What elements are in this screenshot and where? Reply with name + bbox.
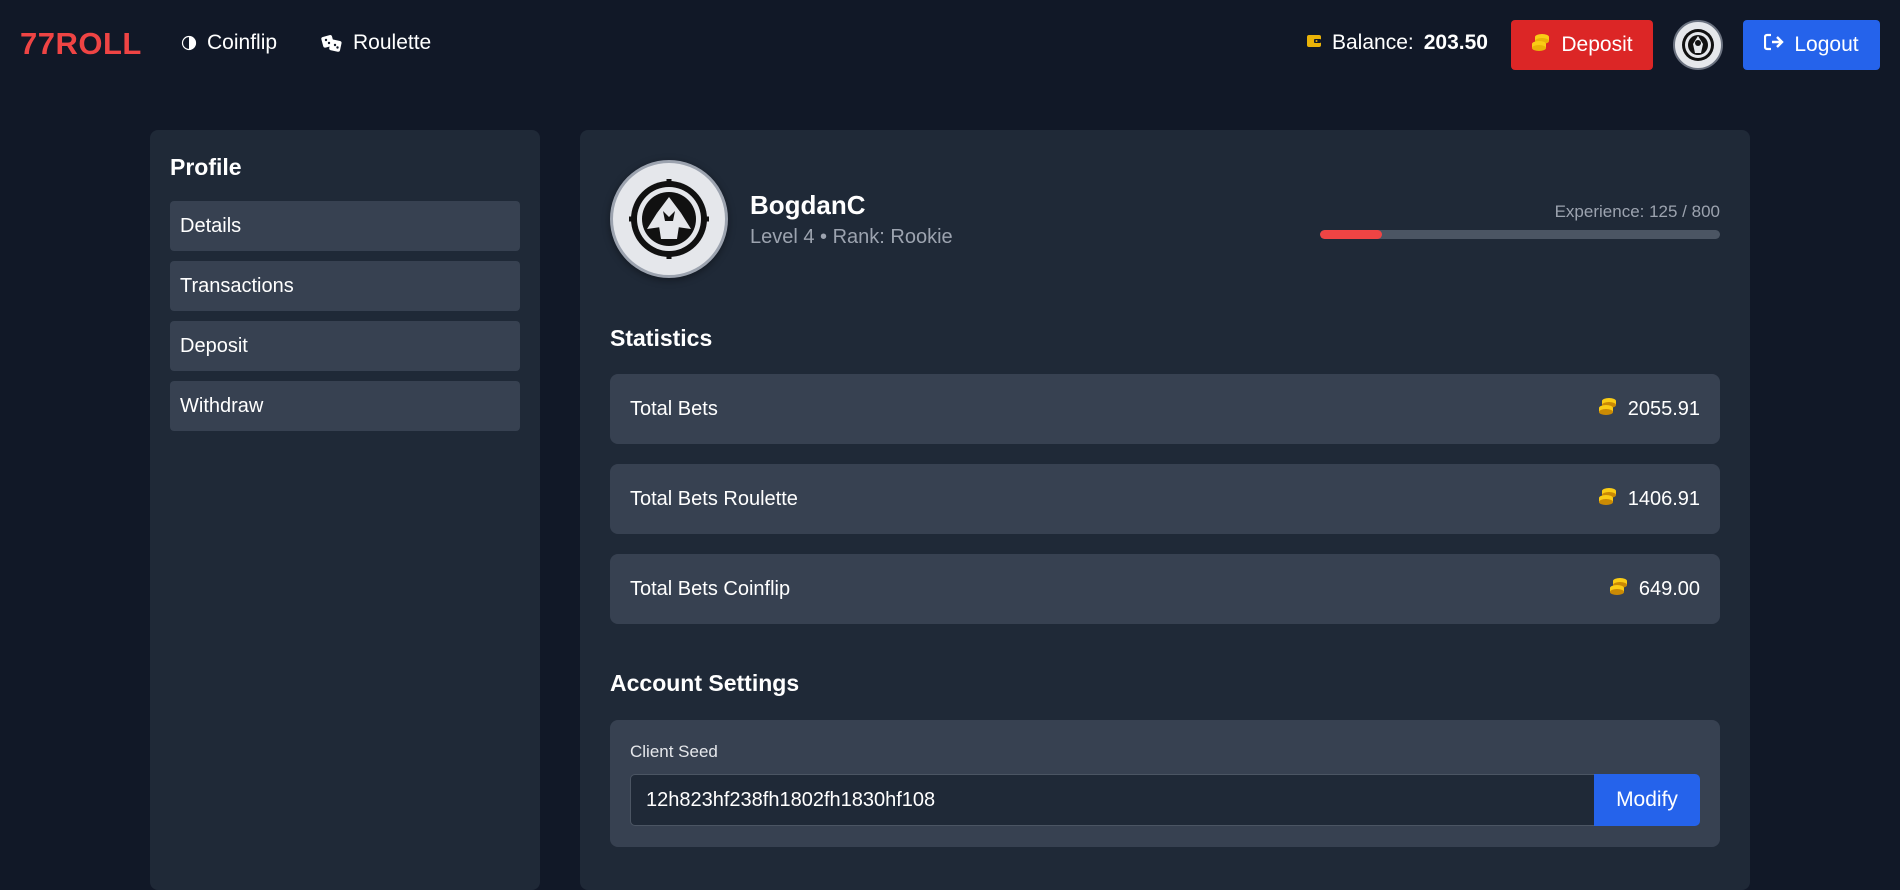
sidebar-item-withdraw[interactable]: Withdraw: [170, 381, 520, 431]
experience-label: Experience: 125 / 800: [1554, 202, 1720, 221]
deposit-button[interactable]: Deposit: [1511, 20, 1653, 70]
stat-row-total-bets: Total Bets 2055.91: [610, 374, 1720, 444]
profile-sidebar: Profile Details Transactions Deposit Wit…: [150, 130, 540, 890]
stat-value-group: 1406.91: [1598, 486, 1700, 512]
stat-label: Total Bets Roulette: [630, 487, 798, 510]
stat-row-total-bets-coinflip: Total Bets Coinflip 649.00: [610, 554, 1720, 624]
dice-icon: [321, 34, 343, 52]
avatar-emblem-icon: [1682, 29, 1714, 61]
stat-label: Total Bets Coinflip: [630, 577, 791, 600]
deposit-button-label: Deposit: [1561, 33, 1633, 56]
stat-row-total-bets-roulette: Total Bets Roulette 1406.91: [610, 464, 1720, 534]
profile-main-panel: BogdanC Level 4 • Rank: Rookie Experienc…: [580, 130, 1750, 890]
top-bar: 77ROLL Coinflip Roulette Balance: 203.50…: [0, 0, 1900, 90]
experience-progress-fill: [1320, 230, 1383, 239]
sidebar-item-deposit[interactable]: Deposit: [170, 321, 520, 371]
client-seed-box: Client Seed Modify: [610, 720, 1720, 847]
client-seed-input[interactable]: [630, 774, 1594, 826]
coins-icon: [1531, 32, 1551, 58]
avatar-emblem-icon: [629, 179, 709, 259]
nav-roulette[interactable]: Roulette: [321, 31, 431, 55]
stat-label: Total Bets: [630, 397, 718, 420]
sidebar-item-transactions[interactable]: Transactions: [170, 261, 520, 311]
client-seed-label: Client Seed: [630, 742, 718, 761]
nav-roulette-label: Roulette: [353, 31, 432, 54]
profile-avatar: [610, 160, 728, 278]
balance-label: Balance:: [1332, 31, 1414, 54]
sidebar-item-details[interactable]: Details: [170, 201, 520, 251]
nav-coinflip[interactable]: Coinflip: [181, 31, 277, 55]
profile-level-rank: Level 4 • Rank: Rookie: [750, 226, 953, 248]
logout-button-label: Logout: [1794, 33, 1859, 56]
stat-value: 2055.91: [1627, 397, 1700, 420]
profile-username: BogdanC: [750, 190, 866, 220]
coinflip-icon: [181, 35, 197, 51]
stat-value-group: 2055.91: [1598, 396, 1700, 422]
logout-button[interactable]: Logout: [1743, 20, 1880, 70]
balance-amount: 203.50: [1423, 31, 1488, 54]
wallet-icon: [1306, 31, 1322, 55]
nav-coinflip-label: Coinflip: [207, 31, 278, 54]
experience-progress-bar: [1320, 230, 1720, 239]
account-settings-title: Account Settings: [610, 670, 800, 696]
client-seed-row: Modify: [630, 774, 1700, 826]
user-avatar[interactable]: [1673, 20, 1723, 70]
stat-value-group: 649.00: [1609, 576, 1700, 602]
statistics-title: Statistics: [610, 325, 713, 351]
logout-icon: [1764, 33, 1785, 57]
brand-logo[interactable]: 77ROLL: [20, 26, 142, 62]
coins-icon: [1598, 486, 1618, 512]
sidebar-title: Profile: [170, 154, 242, 180]
coins-icon: [1598, 396, 1618, 422]
modify-seed-button[interactable]: Modify: [1594, 774, 1700, 826]
stat-value: 1406.91: [1627, 487, 1700, 510]
stat-value: 649.00: [1638, 577, 1700, 600]
coins-icon: [1609, 576, 1629, 602]
balance-display: Balance: 203.50: [1306, 31, 1488, 55]
